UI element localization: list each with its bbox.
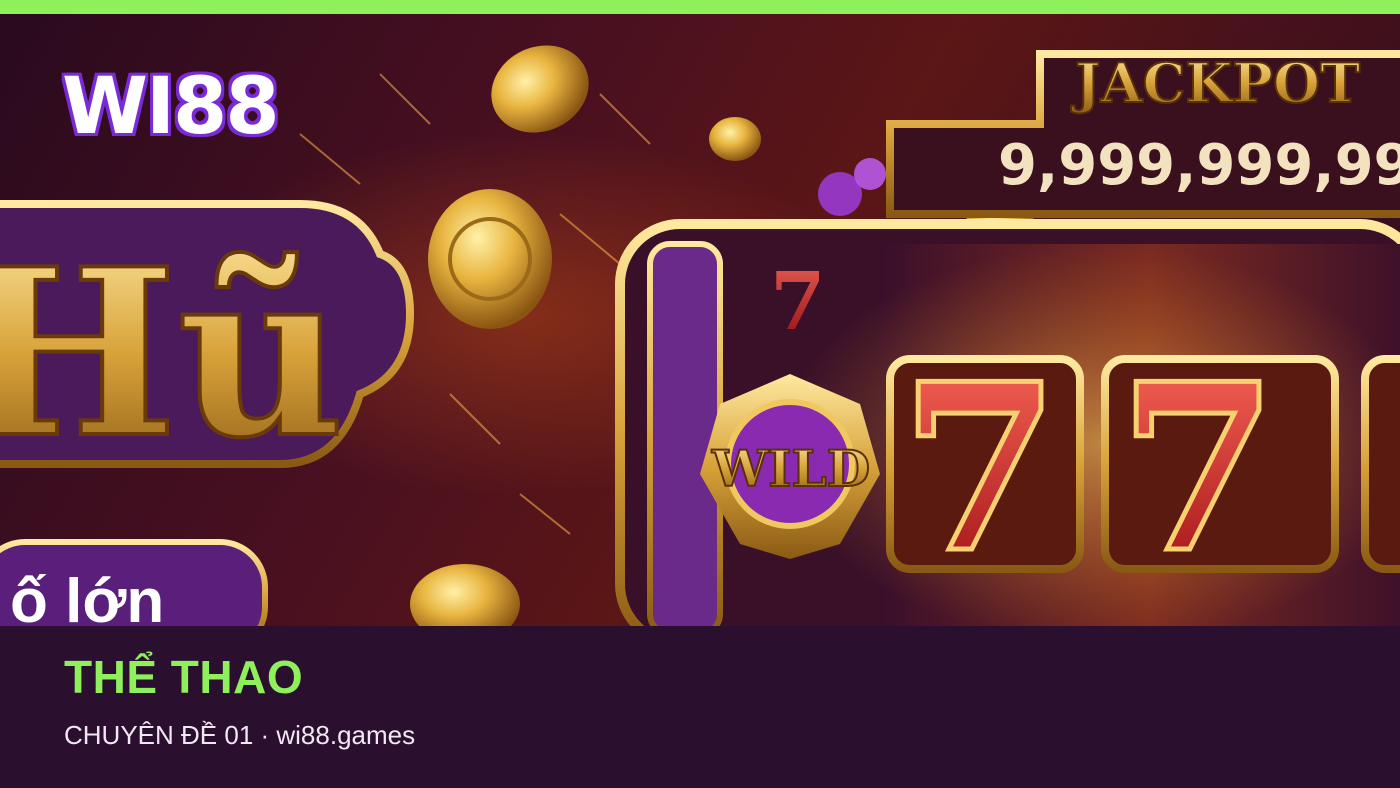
jackpot-label: JACKPOT (1071, 51, 1360, 115)
headline-text: Hũ (0, 219, 345, 489)
category-title[interactable]: THỂ THAO (64, 650, 303, 704)
reel-seven-1: 7 (900, 334, 1060, 604)
reel-seven-small: 7 (770, 254, 826, 348)
brand-logo[interactable]: WI88 (62, 62, 280, 152)
top-accent-bar (0, 0, 1400, 14)
caption-subtitle: CHUYÊN ĐỀ 01 · wi88.games (64, 720, 416, 750)
headline-block: Hũ ố lớn (0, 200, 415, 626)
jackpot-amount: 9,999,999,99 (998, 133, 1400, 198)
article-caption: THỂ THAO CHUYÊN ĐỀ 01 · wi88.games (0, 626, 1400, 788)
reel-seven-2: 7 (1118, 334, 1278, 604)
subline-text: ố lớn (10, 567, 164, 626)
hero-banner[interactable]: Hũ ố lớn JACKPOT 9,999,999,99 7 WILD 7 7… (0, 14, 1400, 626)
wild-symbol: WILD (711, 439, 870, 498)
